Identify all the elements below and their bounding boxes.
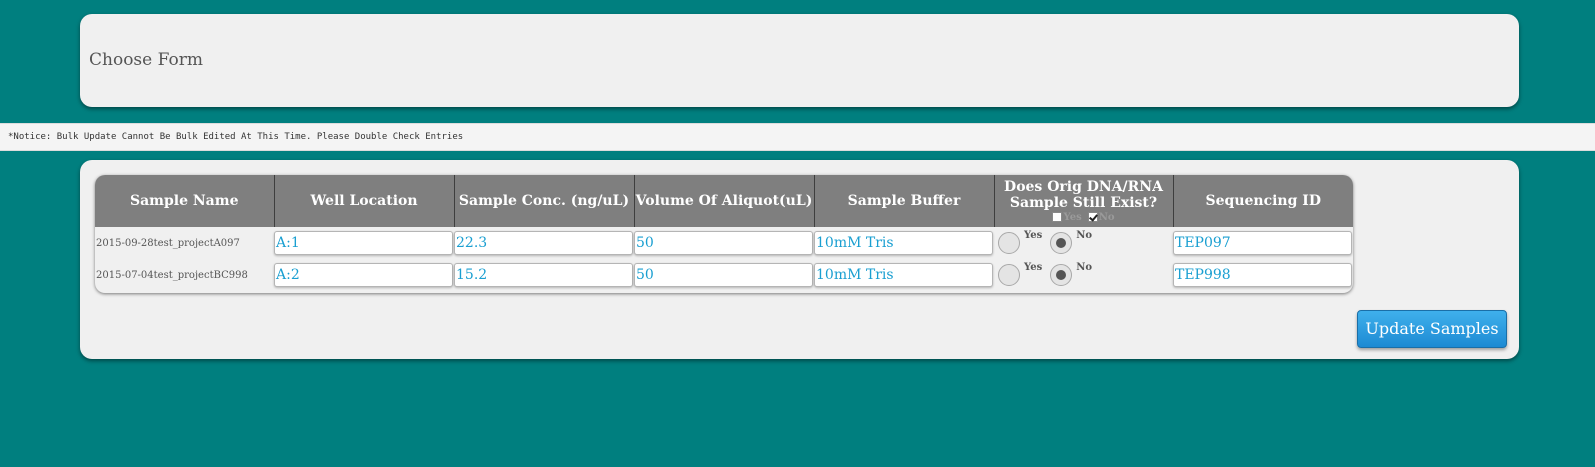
header-sample-buffer: Sample Buffer — [814, 175, 995, 227]
sequencing-id-input[interactable]: TEP097 — [1173, 231, 1352, 255]
well-location-input[interactable]: A:2 — [274, 263, 453, 287]
radio-yes-label: Yes — [1024, 262, 1043, 273]
radio-yes-icon[interactable] — [998, 264, 1020, 286]
bulk-yes-option[interactable]: Yes — [1052, 211, 1082, 224]
orig-exists-radio-group: Yes No — [994, 230, 1173, 254]
header-volume-aliquot: Volume Of Aliquot(uL) — [634, 175, 815, 227]
header-orig-exists: Does Orig DNA/RNA Sample Still Exist? Ye… — [994, 175, 1174, 227]
sample-name-cell: 2015-09-28test_projectA097 — [96, 237, 240, 249]
header-sample-conc: Sample Conc. (ng/uL) — [454, 175, 635, 227]
volume-aliquot-input[interactable]: 50 — [634, 231, 813, 255]
checkbox-checked-icon[interactable] — [1087, 212, 1098, 222]
sample-buffer-input[interactable]: 10mM Tris — [814, 263, 993, 287]
notice-text: *Notice: Bulk Update Cannot Be Bulk Edit… — [8, 132, 464, 142]
sample-conc-input[interactable]: 22.3 — [454, 231, 633, 255]
radio-no-icon[interactable] — [1050, 232, 1073, 254]
well-location-input[interactable]: A:1 — [274, 231, 453, 255]
table-header-row: Sample Name Well Location Sample Conc. (… — [95, 175, 1353, 227]
table-row: 2015-07-04test_projectBC998 A:2 15.2 50 … — [95, 259, 1353, 291]
radio-no-label: No — [1076, 230, 1093, 241]
table-row: 2015-09-28test_projectA097 A:1 22.3 50 1… — [95, 227, 1353, 259]
update-samples-button[interactable]: Update Samples — [1357, 310, 1507, 348]
samples-panel: Sample Name Well Location Sample Conc. (… — [80, 160, 1519, 359]
orig-exists-radio-group: Yes No — [994, 262, 1173, 286]
sample-buffer-input[interactable]: 10mM Tris — [814, 231, 993, 255]
sample-name-cell: 2015-07-04test_projectBC998 — [96, 269, 248, 281]
sequencing-id-input[interactable]: TEP998 — [1173, 263, 1352, 287]
radio-no-label: No — [1076, 262, 1093, 273]
header-orig-exists-line1: Does Orig DNA/RNA — [1004, 178, 1163, 195]
choose-form-panel: Choose Form — [80, 14, 1519, 107]
radio-no-icon[interactable] — [1050, 264, 1073, 286]
bulk-no-option[interactable]: No — [1087, 211, 1115, 224]
samples-table: Sample Name Well Location Sample Conc. (… — [95, 175, 1353, 293]
header-well-location: Well Location — [274, 175, 455, 227]
notice-bar: *Notice: Bulk Update Cannot Be Bulk Edit… — [0, 123, 1595, 151]
bulk-no-label: No — [1098, 211, 1115, 223]
header-sequencing-id: Sequencing ID — [1173, 175, 1353, 227]
radio-yes-label: Yes — [1024, 230, 1043, 241]
bulk-exists-options: Yes No — [995, 212, 1173, 224]
radio-yes-icon[interactable] — [998, 232, 1020, 254]
sample-conc-input[interactable]: 15.2 — [454, 263, 633, 287]
header-sample-name: Sample Name — [95, 175, 275, 227]
bulk-yes-label: Yes — [1063, 211, 1082, 223]
header-orig-exists-line2: Sample Still Exist? — [1009, 194, 1158, 211]
choose-form-label[interactable]: Choose Form — [89, 50, 203, 70]
volume-aliquot-input[interactable]: 50 — [634, 263, 813, 287]
checkbox-unchecked-icon[interactable] — [1052, 212, 1063, 222]
